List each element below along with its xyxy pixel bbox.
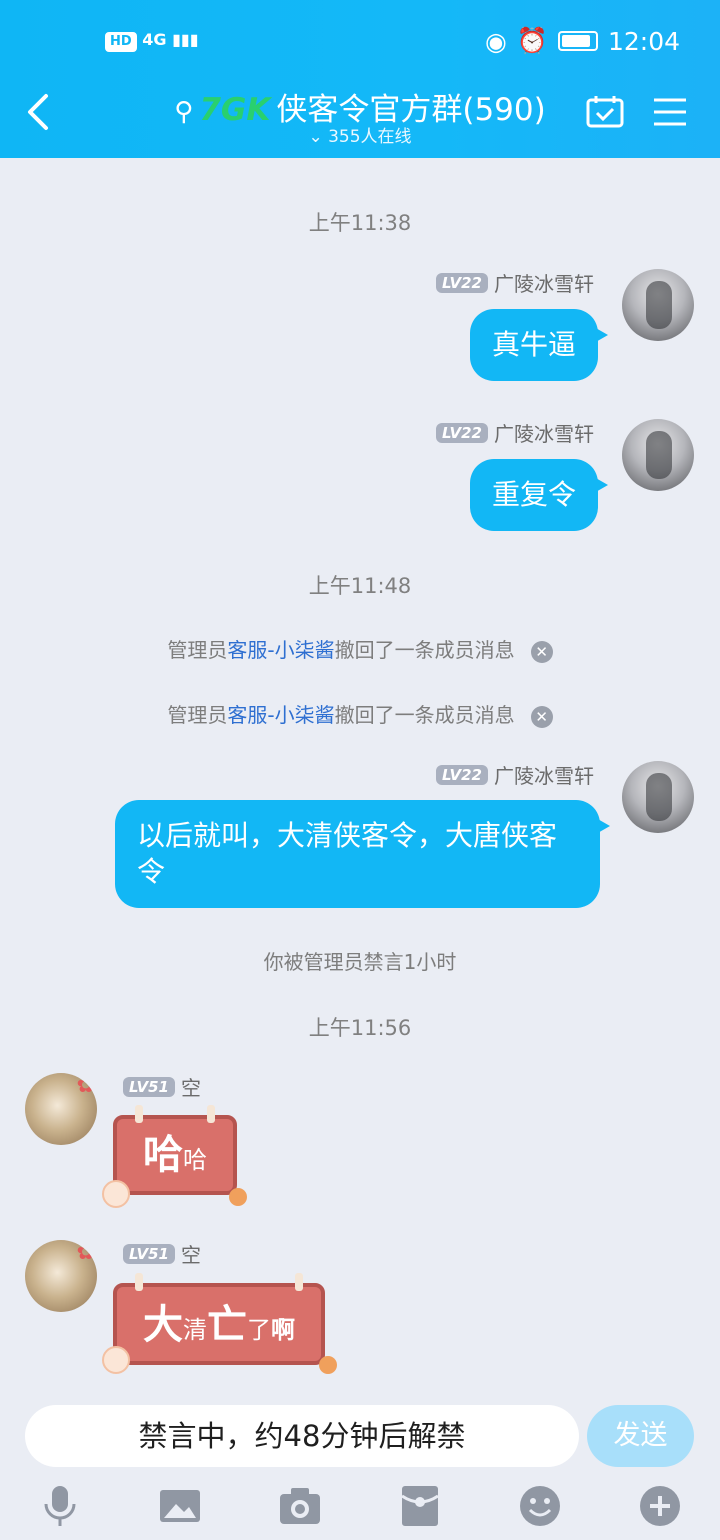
notice-suffix: 撤回了一条成员消息 xyxy=(334,703,515,727)
system-notice: 管理员客服-小柒酱撤回了一条成员消息 ✕ xyxy=(0,699,720,728)
sender-row: LV51 空 xyxy=(123,1072,201,1101)
network-status: HD 4G ▮▮▮ xyxy=(105,30,199,52)
clock: 12:04 xyxy=(607,26,680,56)
plus-icon[interactable] xyxy=(638,1484,682,1528)
level-badge: LV51 xyxy=(123,1076,175,1097)
message-input[interactable]: 禁言中，约48分钟后解禁 xyxy=(25,1405,579,1467)
sticker-text: 清 xyxy=(183,1316,207,1344)
sticker-text: 大 xyxy=(143,1302,183,1348)
hd-badge: HD xyxy=(105,32,137,52)
camera-icon[interactable] xyxy=(278,1484,322,1528)
system-notice: 管理员客服-小柒酱撤回了一条成员消息 ✕ xyxy=(0,634,720,663)
admin-link[interactable]: 客服-小柒酱 xyxy=(227,638,334,662)
microphone-icon[interactable] xyxy=(38,1484,82,1528)
level-badge: LV22 xyxy=(436,272,488,293)
close-icon[interactable]: ✕ xyxy=(530,640,553,663)
notice-prefix: 管理员 xyxy=(167,703,228,727)
online-text: 355人在线 xyxy=(328,127,412,147)
input-toolbar xyxy=(0,1478,720,1538)
calendar-icon[interactable] xyxy=(586,94,624,128)
menu-icon[interactable] xyxy=(654,97,686,127)
message-bubble[interactable]: 重复令 xyxy=(470,459,609,531)
sender-row: LV51 空 xyxy=(123,1239,201,1268)
level-badge: LV22 xyxy=(436,764,488,785)
timestamp: 上午11:48 xyxy=(308,574,412,598)
sticker-message[interactable]: 哈哈 xyxy=(113,1105,237,1195)
image-icon[interactable] xyxy=(158,1484,202,1528)
sticker-coin-icon xyxy=(102,1180,130,1208)
close-icon[interactable]: ✕ xyxy=(530,705,553,728)
sticker-text: 哈 xyxy=(183,1146,207,1174)
status-icons: ◉ ⏰ 12:04 xyxy=(485,26,680,56)
sticker-text: 了 xyxy=(247,1316,271,1344)
sender-name: 空 xyxy=(180,1076,201,1100)
alarm-icon: ⏰ xyxy=(516,26,548,55)
sticker-text: 啊 xyxy=(271,1316,295,1344)
sender-name: 广陵冰雪轩 xyxy=(494,422,594,446)
sender-name: 广陵冰雪轩 xyxy=(494,272,594,296)
send-button[interactable]: 发送 xyxy=(587,1405,694,1467)
signal-bars-icon: ▮▮▮ xyxy=(172,30,199,49)
notice-prefix: 管理员 xyxy=(167,638,228,662)
battery-icon xyxy=(557,31,598,51)
red-packet-icon[interactable] xyxy=(398,1484,442,1528)
level-badge: LV22 xyxy=(436,422,488,443)
sender-row: LV22 广陵冰雪轩 xyxy=(436,268,594,297)
sticker-text: 哈 xyxy=(143,1132,183,1178)
avatar[interactable] xyxy=(622,269,694,341)
timestamp: 上午11:38 xyxy=(308,211,412,235)
sticker-orange-icon xyxy=(229,1188,247,1206)
online-icon: ⌄ xyxy=(308,127,323,147)
message-bubble[interactable]: 真牛逼 xyxy=(470,309,609,381)
avatar[interactable] xyxy=(622,761,694,833)
message-bubble[interactable]: 以后就叫，大清侠客令，大唐侠客令 xyxy=(115,800,610,908)
avatar[interactable] xyxy=(25,1240,97,1312)
sticker-coin-icon xyxy=(102,1346,130,1374)
mute-notice: 你被管理员禁言1小时 xyxy=(263,950,457,974)
admin-link[interactable]: 客服-小柒酱 xyxy=(227,703,334,727)
avatar[interactable] xyxy=(25,1073,97,1145)
sticker-text: 亡 xyxy=(207,1302,247,1348)
sender-row: LV22 广陵冰雪轩 xyxy=(436,760,594,789)
status-bar: HD 4G ▮▮▮ ◉ ⏰ 12:04 xyxy=(0,22,720,62)
sender-name: 广陵冰雪轩 xyxy=(494,764,594,788)
eye-icon: ◉ xyxy=(484,26,507,56)
sticker-orange-icon xyxy=(319,1356,337,1374)
avatar[interactable] xyxy=(622,419,694,491)
notice-suffix: 撤回了一条成员消息 xyxy=(334,638,515,662)
sender-name: 空 xyxy=(180,1243,201,1267)
sticker-message[interactable]: 大清亡了啊 xyxy=(113,1273,325,1365)
sender-row: LV22 广陵冰雪轩 xyxy=(436,418,594,447)
emoji-icon[interactable] xyxy=(518,1484,562,1528)
chat-header: HD 4G ▮▮▮ ◉ ⏰ 12:04 ⚲ 7GK 侠客令官方群(590) ⌄ 35… xyxy=(0,0,720,158)
timestamp: 上午11:56 xyxy=(308,1016,412,1040)
level-badge: LV51 xyxy=(123,1243,175,1264)
signal-label: 4G xyxy=(142,30,167,49)
